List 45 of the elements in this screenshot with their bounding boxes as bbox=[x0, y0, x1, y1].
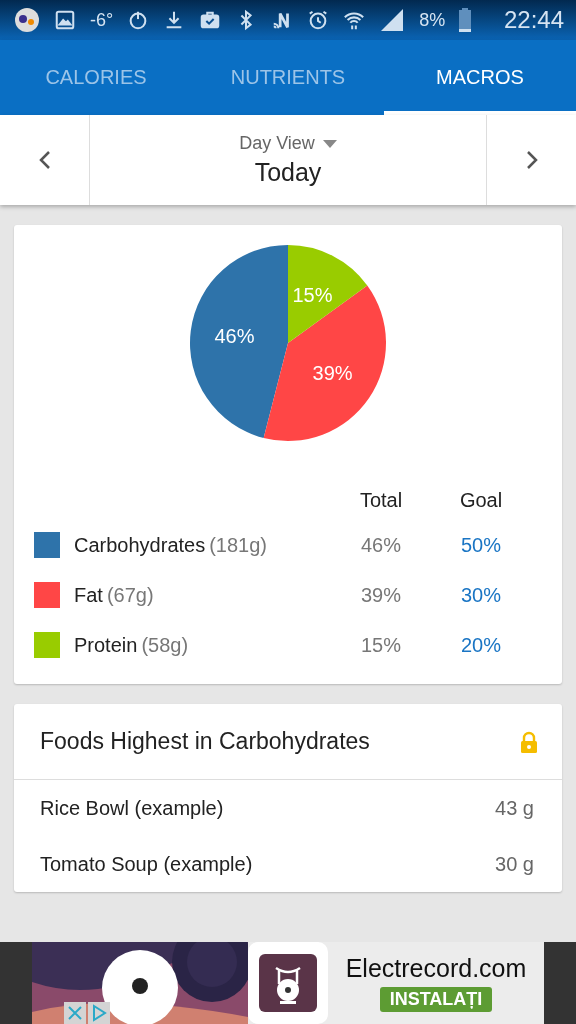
close-button[interactable] bbox=[64, 1002, 86, 1024]
column-header: Goal bbox=[458, 488, 504, 513]
slice-label: 39% bbox=[312, 362, 353, 385]
food-name: Rice Bowl (example) bbox=[40, 796, 224, 820]
temperature-text: -6° bbox=[90, 9, 114, 31]
macro-name: Fat bbox=[74, 583, 103, 607]
caret-icon bbox=[322, 139, 337, 148]
tab[interactable]: CALORIES bbox=[0, 40, 192, 115]
play-icon bbox=[91, 1004, 107, 1022]
briefcase-icon bbox=[199, 9, 222, 31]
wifi-icon bbox=[343, 9, 366, 31]
macro-name: Protein bbox=[74, 633, 138, 657]
tab[interactable]: NUTRIENTS bbox=[192, 40, 384, 115]
food-amount: 43 g bbox=[495, 796, 534, 820]
close-icon bbox=[67, 1005, 83, 1021]
signal-icon bbox=[379, 8, 406, 32]
battery-icon bbox=[459, 8, 472, 32]
total-value: 46% bbox=[360, 533, 402, 557]
column-header: Total bbox=[358, 488, 404, 513]
day-view-dropdown[interactable]: Day View bbox=[239, 133, 337, 154]
clock-text: 22:44 bbox=[503, 6, 564, 34]
slice-label: 15% bbox=[292, 283, 333, 306]
goal-value: 50% bbox=[460, 533, 502, 557]
food-row[interactable]: Rice Bowl (example) 43 g bbox=[14, 780, 562, 836]
goal-value: 30% bbox=[460, 583, 502, 607]
macro-amount: (58g) bbox=[141, 633, 189, 657]
food-name: Tomato Soup (example) bbox=[40, 852, 253, 876]
food-row[interactable]: Tomato Soup (example) 30 g bbox=[14, 836, 562, 892]
app-logo-icon bbox=[14, 7, 40, 33]
ad-title: Electrecord.com bbox=[345, 954, 527, 983]
total-value: 15% bbox=[360, 633, 402, 657]
lyre-icon bbox=[259, 954, 317, 1012]
goal-value: 20% bbox=[460, 633, 502, 657]
install-button[interactable]: INSTALAȚI bbox=[379, 987, 493, 1012]
slice-label: 46% bbox=[214, 325, 255, 348]
food-amount: 30 g bbox=[495, 852, 534, 876]
ad-info-button[interactable] bbox=[88, 1002, 110, 1024]
total-value: 39% bbox=[360, 583, 402, 607]
macro-name: Carbohydrates bbox=[74, 533, 206, 557]
card-title: Foods Highest in Carbohydrates bbox=[40, 728, 370, 755]
image-icon bbox=[54, 9, 76, 31]
macro-amount: (181g) bbox=[209, 533, 267, 557]
macro-amount: (67g) bbox=[106, 583, 154, 607]
date-text: Today bbox=[254, 158, 322, 187]
battery-text: 8% bbox=[419, 9, 446, 31]
